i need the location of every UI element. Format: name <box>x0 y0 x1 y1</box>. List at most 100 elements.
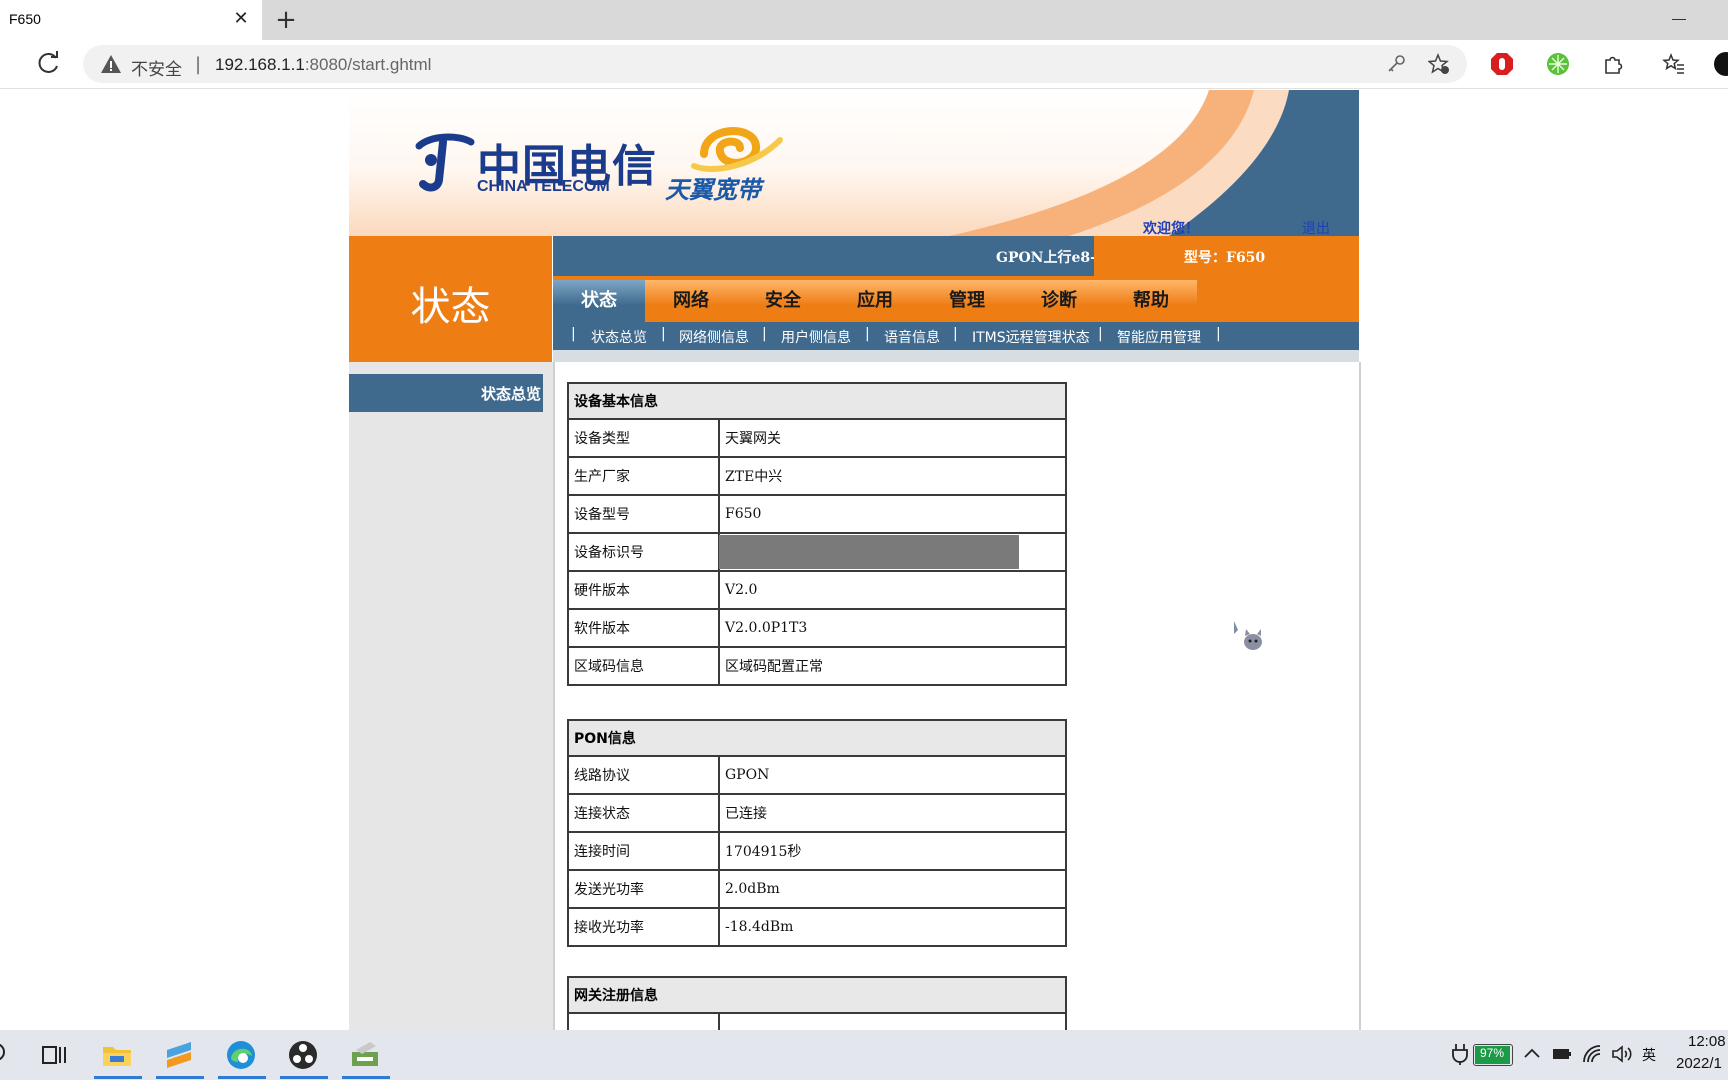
row-value: F650 <box>718 494 1067 534</box>
row-key: 发送光功率 <box>567 869 720 909</box>
taskbar-running-indicator <box>156 1076 204 1079</box>
china-telecom-logo <box>415 133 475 192</box>
subnav-itms-status[interactable]: ITMS远程管理状态 <box>972 327 1090 347</box>
gpon-label: GPON上行e8-C <box>996 250 1108 266</box>
power-plug-icon[interactable] <box>1450 1042 1470 1066</box>
extensions-puzzle-icon[interactable] <box>1601 52 1625 76</box>
model-label: 型号：F650 <box>1184 250 1266 266</box>
subnav-smart-app[interactable]: 智能应用管理 <box>1117 327 1201 347</box>
tab-application[interactable]: 应用 <box>829 280 921 322</box>
sidebar-item-label: 状态总览 <box>480 385 541 403</box>
tab-title: F650 <box>9 11 41 27</box>
tab-network[interactable]: 网络 <box>645 280 737 322</box>
task-view-icon[interactable] <box>38 1038 72 1072</box>
row-key: 接收光功率 <box>567 907 720 947</box>
adblock-extension-icon[interactable] <box>1490 52 1514 76</box>
router-page: 中国电信 CHINA TELECOM 天翼宽带 欢迎您！ 退出 状态 GPON上… <box>349 90 1361 1052</box>
subnav-status-overview[interactable]: 状态总览 <box>591 327 647 347</box>
subnav-separator: | <box>953 326 958 342</box>
subnav-separator: | <box>571 326 576 342</box>
row-key: 区域码信息 <box>567 646 720 686</box>
tab-diagnosis[interactable]: 诊断 <box>1013 280 1105 322</box>
edge-browser-icon[interactable] <box>224 1038 258 1072</box>
app-tool-icon[interactable] <box>348 1038 382 1072</box>
browser-tab[interactable]: F650 ✕ <box>0 0 262 40</box>
mouse-cursor-icon <box>1234 621 1262 650</box>
row-key: 软件版本 <box>567 608 720 648</box>
address-bar[interactable]: 不安全 | 192.168.1.1:8080/start.ghtml <box>83 45 1467 83</box>
tab-help[interactable]: 帮助 <box>1105 280 1197 322</box>
table-row: 连接时间 1704915秒 <box>567 831 1067 871</box>
url-path: :8080/start.ghtml <box>304 55 432 74</box>
window-minimize-icon[interactable] <box>1670 10 1692 28</box>
row-key: 硬件版本 <box>567 570 720 610</box>
row-value: 2.0dBm <box>718 869 1067 909</box>
table-row: 生产厂家 ZTE中兴 <box>567 456 1067 496</box>
profile-avatar-icon[interactable] <box>1714 52 1728 76</box>
table-row: 发送光功率 2.0dBm <box>567 869 1067 909</box>
table-row: 设备标识号 <box>567 532 1067 572</box>
key-icon[interactable] <box>1385 53 1407 75</box>
table-row: 软件版本 V2.0.0P1T3 <box>567 608 1067 648</box>
subnav-separator: | <box>865 326 870 342</box>
pon-info-title: PON信息 <box>567 719 1067 757</box>
url-host: 192.168.1.1 <box>215 55 305 74</box>
device-info-table: 设备基本信息 设备类型 天翼网关 生产厂家 ZTE中兴 设备型号 F650 设备… <box>567 382 1067 686</box>
search-icon[interactable] <box>0 1038 16 1072</box>
sidebar-item-status-overview[interactable]: 状态总览 <box>349 374 543 412</box>
chevron-up-icon[interactable] <box>1520 1042 1544 1066</box>
tab-close-icon[interactable]: ✕ <box>230 8 252 29</box>
url-text[interactable]: 192.168.1.1:8080/start.ghtml <box>215 55 431 75</box>
table-row: 区域码信息 区域码配置正常 <box>567 646 1067 686</box>
sub-nav: | 状态总览 | 网络侧信息 | 用户侧信息 | 语音信息 | ITMS远程管理… <box>553 322 1359 350</box>
row-key: 生产厂家 <box>567 456 720 496</box>
subnav-user-info[interactable]: 用户侧信息 <box>781 327 851 347</box>
subnav-network-info[interactable]: 网络侧信息 <box>679 327 749 347</box>
wifi-icon[interactable] <box>1580 1042 1604 1066</box>
sidebar: 状态总览 <box>349 362 553 1030</box>
taskbar-date[interactable]: 2022/1 <box>1676 1055 1722 1072</box>
section-title: 状态 <box>410 284 491 330</box>
subnav-voice-info[interactable]: 语音信息 <box>884 327 940 347</box>
ime-indicator[interactable]: 英 <box>1642 1045 1656 1065</box>
favorite-add-icon[interactable] <box>1428 53 1450 75</box>
row-value: GPON <box>718 755 1067 795</box>
battery-icon[interactable] <box>1550 1042 1574 1066</box>
browser-tab-strip: F650 ✕ + <box>0 0 1728 40</box>
obs-studio-icon[interactable] <box>286 1038 320 1072</box>
insecure-label[interactable]: 不安全 <box>131 55 182 80</box>
banner: 中国电信 CHINA TELECOM 天翼宽带 欢迎您！ 退出 <box>349 90 1359 236</box>
subnav-separator: | <box>1098 326 1103 342</box>
taskbar-running-indicator <box>280 1076 328 1079</box>
row-value: 已连接 <box>718 793 1067 833</box>
reload-icon[interactable] <box>36 50 62 76</box>
tab-status[interactable]: 状态 <box>553 280 645 322</box>
battery-indicator[interactable]: 97% <box>1473 1044 1513 1066</box>
address-separator: | <box>195 54 202 75</box>
main-nav: 状态 网络 安全 应用 管理 诊断 帮助 <box>553 276 1359 322</box>
row-value: -18.4dBm <box>718 907 1067 947</box>
logout-link[interactable]: 退出 <box>1302 218 1330 236</box>
main-content: 设备基本信息 设备类型 天翼网关 生产厂家 ZTE中兴 设备型号 F650 设备… <box>553 362 1361 1052</box>
lime-extension-icon[interactable] <box>1546 52 1570 76</box>
redacted-block <box>719 535 1019 569</box>
battery-percent: 97% <box>1479 1046 1505 1060</box>
tab-security[interactable]: 安全 <box>737 280 829 322</box>
sublime-text-icon[interactable] <box>162 1038 196 1072</box>
subnav-separator: | <box>762 326 767 342</box>
favorites-icon[interactable] <box>1662 52 1686 76</box>
row-key: 设备型号 <box>567 494 720 534</box>
subnav-separator: | <box>661 326 666 342</box>
new-tab-button[interactable]: + <box>273 5 299 35</box>
table-row: 硬件版本 V2.0 <box>567 570 1067 610</box>
file-explorer-icon[interactable] <box>100 1038 134 1072</box>
welcome-text: 欢迎您！ <box>1143 221 1199 236</box>
taskbar-running-indicator <box>342 1076 390 1079</box>
device-info-title: 设备基本信息 <box>567 382 1067 420</box>
taskbar-running-indicator <box>218 1076 266 1079</box>
taskbar-running-indicator <box>94 1076 142 1079</box>
tab-management[interactable]: 管理 <box>921 280 1013 322</box>
taskbar-clock[interactable]: 12:08 <box>1688 1033 1726 1050</box>
volume-icon[interactable] <box>1610 1042 1634 1066</box>
row-value: 区域码配置正常 <box>718 646 1067 686</box>
